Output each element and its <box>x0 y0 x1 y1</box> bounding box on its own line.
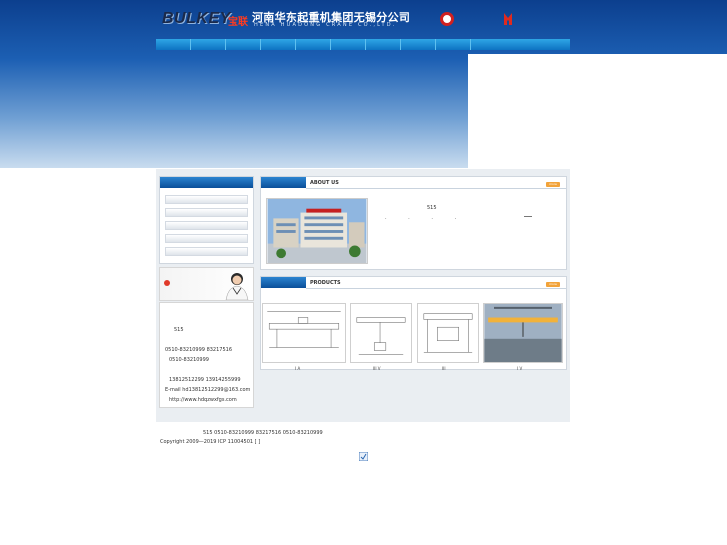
footer-copyright: Copyright 2009—2019 ICP 11004501 [ ] <box>160 439 261 445</box>
brand-logo-cn: 宝联 <box>228 17 248 28</box>
panel-divider <box>306 188 566 189</box>
company-photo[interactable] <box>266 198 368 264</box>
contact-email[interactable]: E-mail hd13812512299@163.com <box>165 387 250 393</box>
company-name-en: HENA HUADONG CRANE CO.,LTD. <box>254 22 397 28</box>
category-item[interactable] <box>165 234 248 243</box>
about-tab <box>261 177 306 188</box>
contact-us-banner[interactable] <box>159 267 254 301</box>
brand-logo[interactable]: BULKEY <box>162 10 231 28</box>
nav-item-5[interactable] <box>296 39 331 50</box>
category-list <box>160 188 253 256</box>
product-label[interactable]: I V <box>517 366 522 371</box>
contact-fax: 0510-83210999 <box>169 357 209 363</box>
contact-mobile: 13812512299 13914255999 <box>169 377 241 383</box>
product-image[interactable] <box>417 303 479 363</box>
banner-blank-area <box>468 54 727 169</box>
contact-phone: 0510-83210999 83217516 <box>165 347 233 353</box>
category-item[interactable] <box>165 208 248 217</box>
site-header: BULKEY 宝联 河南华东起重机集团无锡分公司 HENA HUADONG CR… <box>156 0 570 38</box>
about-us-panel: ABOUT US more 515 . . . . <box>260 176 567 270</box>
about-number: 515 <box>427 205 437 211</box>
category-item[interactable] <box>165 221 248 230</box>
about-dash <box>524 216 532 217</box>
nav-item-2[interactable] <box>191 39 226 50</box>
nav-item-1[interactable] <box>156 39 191 50</box>
brand-mark-icon <box>504 13 512 25</box>
security-badge-icon[interactable] <box>359 452 368 461</box>
products-panel: PRODUCTS more I A III V III I V <box>260 276 567 371</box>
products-title: PRODUCTS <box>310 280 341 286</box>
more-link[interactable]: more <box>546 182 560 187</box>
product-label[interactable]: III V <box>373 366 381 371</box>
main-nav <box>156 39 570 50</box>
nav-item-7[interactable] <box>366 39 401 50</box>
customer-service-icon <box>225 273 249 300</box>
about-text: . . . . <box>385 215 467 221</box>
more-link[interactable]: more <box>546 282 560 287</box>
footer-contact: 515 0510-83210999 83217516 0510-83210999 <box>203 430 323 436</box>
product-image[interactable] <box>483 303 563 363</box>
product-category-box <box>159 176 254 264</box>
panel-divider <box>306 288 566 289</box>
nav-item-3[interactable] <box>226 39 261 50</box>
product-label[interactable]: I A <box>295 366 300 371</box>
main-content: 515 0510-83210999 83217516 0510-83210999… <box>156 169 570 422</box>
about-title: ABOUT US <box>310 180 339 186</box>
category-item[interactable] <box>165 247 248 256</box>
product-image[interactable] <box>262 303 346 363</box>
nav-item-4[interactable] <box>261 39 296 50</box>
category-item[interactable] <box>165 195 248 204</box>
contact-number: 515 <box>174 327 184 333</box>
product-image[interactable] <box>350 303 412 363</box>
contact-info-box: 515 0510-83210999 83217516 0510-83210999… <box>159 302 254 408</box>
nav-item-8[interactable] <box>401 39 436 50</box>
product-label[interactable]: III <box>442 366 446 371</box>
nav-item-9[interactable] <box>436 39 471 50</box>
contact-website[interactable]: http://www.hdqzwxfgs.com <box>169 397 237 403</box>
certification-badge-icon <box>440 12 454 26</box>
contact-dot-icon <box>164 280 170 286</box>
nav-item-6[interactable] <box>331 39 366 50</box>
category-box-header <box>160 177 253 188</box>
products-tab <box>261 277 306 288</box>
